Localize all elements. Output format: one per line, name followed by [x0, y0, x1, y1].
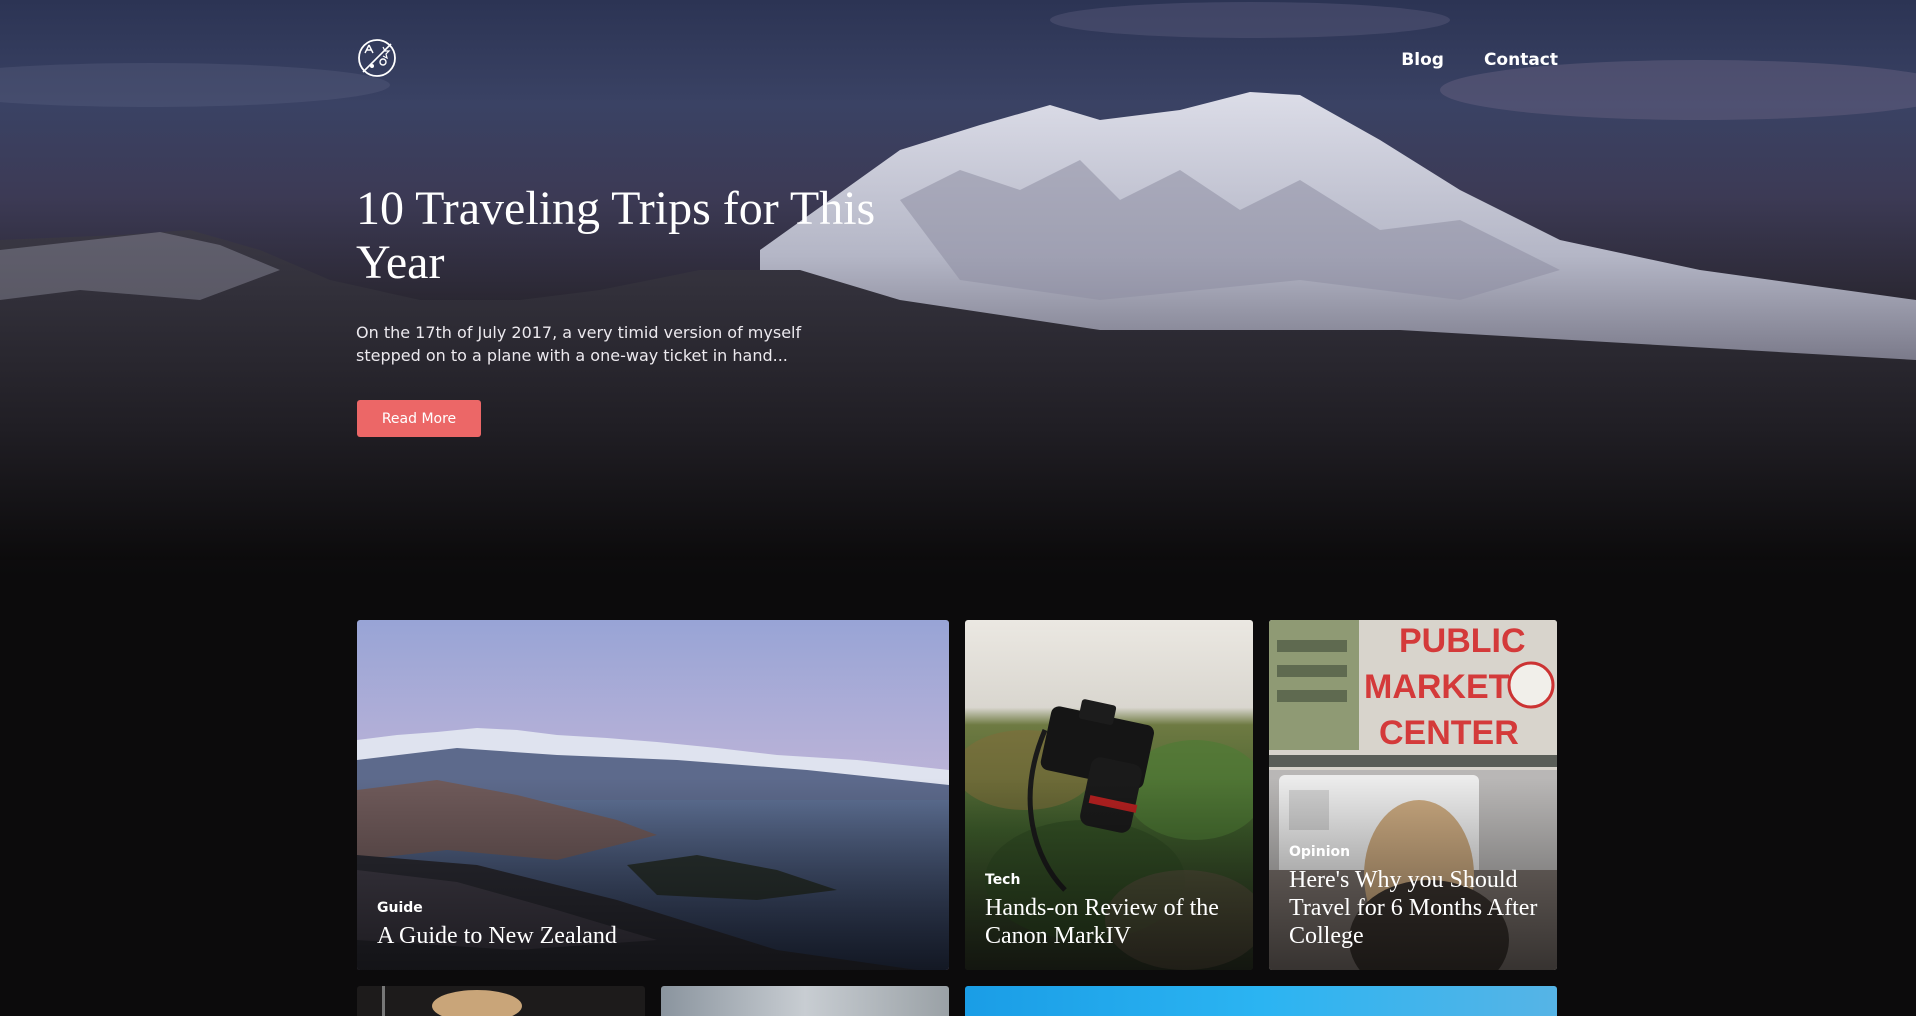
mountain-background-image — [0, 2, 1916, 560]
svg-text:MARKET: MARKET — [1364, 668, 1510, 706]
post-title[interactable]: Here's Why you Should Travel for 6 Month… — [1289, 866, 1539, 950]
post-category[interactable]: Tech — [985, 872, 1235, 888]
read-more-button[interactable]: Read More — [357, 400, 481, 437]
compass-logo-icon[interactable] — [356, 37, 398, 79]
hero-excerpt: On the 17th of July 2017, a very timid v… — [356, 323, 802, 365]
post-title[interactable]: Hands-on Review of the Canon MarkIV — [985, 894, 1235, 950]
post-card-travel-after-college[interactable]: PUBLIC MARKET CENTER Opinion Here's Why … — [1269, 620, 1557, 970]
svg-text:CENTER: CENTER — [1379, 714, 1519, 752]
hero-section: Blog Contact 10 Traveling Trips for This… — [0, 0, 1916, 580]
post-title[interactable]: A Guide to New Zealand — [377, 922, 931, 950]
post-card-partial[interactable] — [965, 986, 1557, 1016]
hero-title: 10 Traveling Trips for This Year — [356, 182, 876, 289]
post-card-partial[interactable] — [661, 986, 949, 1016]
main-nav: Blog Contact — [1401, 50, 1558, 70]
nav-link-blog[interactable]: Blog — [1401, 50, 1444, 70]
post-category[interactable]: Guide — [377, 900, 931, 916]
post-thumbnail-image — [382, 986, 522, 1016]
post-card-partial[interactable] — [357, 986, 645, 1016]
nav-link-contact[interactable]: Contact — [1484, 50, 1558, 70]
post-card-canon[interactable]: Tech Hands-on Review of the Canon MarkIV — [965, 620, 1253, 970]
svg-text:PUBLIC: PUBLIC — [1399, 622, 1526, 660]
post-card-new-zealand[interactable]: Guide A Guide to New Zealand — [357, 620, 949, 970]
post-category[interactable]: Opinion — [1289, 844, 1539, 860]
